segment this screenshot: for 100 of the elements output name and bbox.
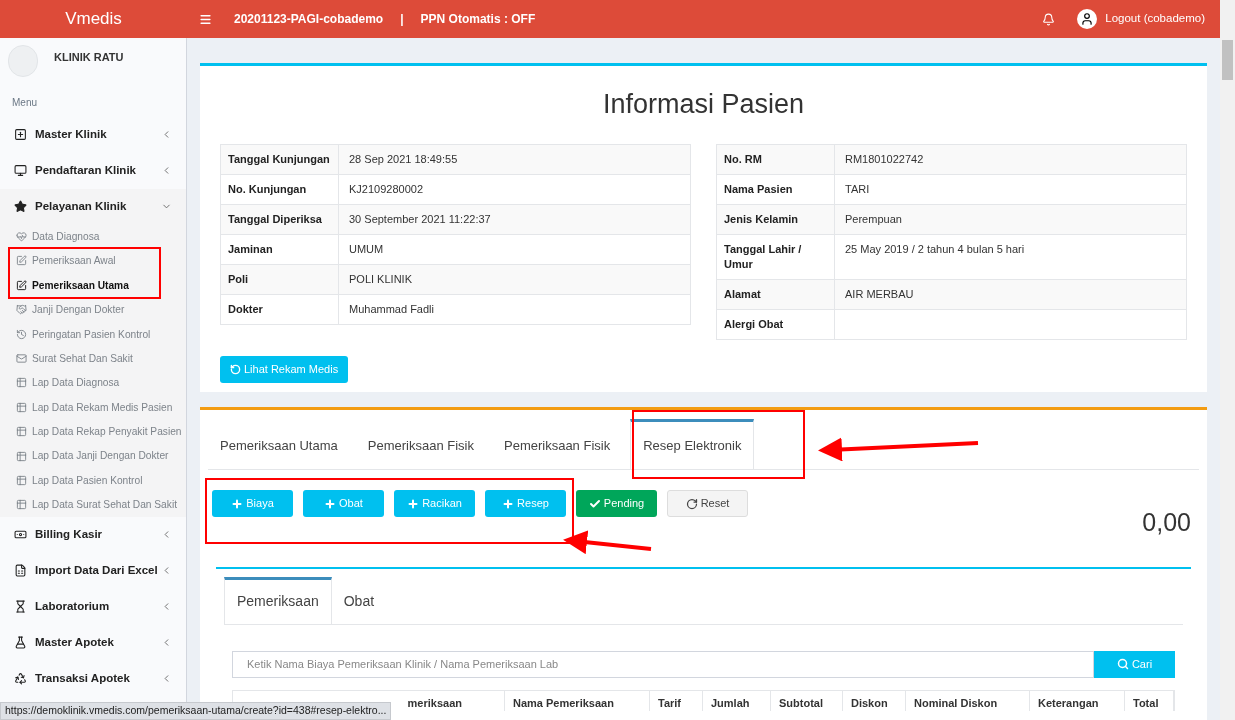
action-button[interactable]: Biaya [212,490,293,517]
edit-icon [16,279,27,291]
star-icon [14,200,27,213]
table-icon [16,401,27,413]
refresh-icon [685,497,698,510]
menu-icon[interactable] [199,12,212,26]
column-header: Subtotal [779,696,823,709]
history-icon [230,364,241,375]
info-value: 25 May 2019 / 2 tahun 4 bulan 5 hari [844,242,1026,257]
scrollbar[interactable] [1220,0,1235,720]
action-button[interactable]: Resep [485,490,566,517]
sidebar-submenu-item[interactable]: Lap Data Rekap Penyakit Pasien [0,419,186,444]
search-field[interactable]: Ketik Nama Biaya Pemeriksaan Klinik / Nama Pemeriksaan Lab [232,650,1094,678]
info-label: Alergi Obat [717,310,835,339]
menu-heading: Menu [11,96,38,110]
info-label: Tanggal Kunjungan [221,145,339,174]
separator: | [400,11,404,28]
sidebar-submenu-item[interactable]: Lap Data Pasien Kontrol [0,468,186,493]
info-value: TARI [844,182,871,197]
sidebar-submenu-item[interactable]: Lap Data Rekam Medis Pasien [0,395,186,420]
sidebar-menu-item[interactable]: Master Apotek [0,624,186,661]
detail-tab[interactable]: Pemeriksaan [224,576,332,624]
info-value: Muhammad Fadli [348,302,435,317]
column-header: Nominal Diskon [914,696,998,709]
sidebar-submenu-item[interactable]: Data Diagnosa [0,224,186,249]
sidebar-submenu-item[interactable]: Peringatan Pasien Kontrol [0,321,186,347]
search-icon [1116,658,1129,670]
search-button[interactable]: Cari [1094,650,1175,678]
info-value: 30 September 2021 11:22:37 [348,212,492,227]
action-button[interactable]: Obat [303,490,384,517]
info-value: RM1801022742 [844,152,925,167]
hourglass-icon [14,600,27,614]
medical-record-button[interactable]: Lihat Rekam Medis [220,356,349,383]
sidebar-submenu-item[interactable]: Pemeriksaan Awal [0,248,186,274]
plus-icon [407,497,420,510]
sidebar-submenu-item[interactable]: Pemeriksaan Utama [0,273,186,298]
edit-icon [16,255,27,267]
table-icon [16,475,27,486]
column-header: Diskon [851,696,888,709]
detail-tab[interactable]: Obat [331,576,387,624]
sidebar-menu-item[interactable]: Laboratorium [0,588,186,625]
column-header: Total [1133,696,1159,709]
session-label: 20201123-PAGI-cobademo [234,11,384,28]
info-value: 28 Sep 2021 18:49:55 [348,152,459,167]
user-avatar-icon [1077,9,1098,29]
exam-tab[interactable]: Pemeriksaan Fisik [492,419,623,469]
table-icon [16,450,27,462]
history-icon [16,328,27,340]
sidebar-submenu-item[interactable]: Lap Data Diagnosa [0,370,186,396]
info-label: Tanggal Diperiksa [221,205,339,234]
sidebar-menu-item[interactable]: Pelayanan Klinik [0,188,186,225]
monitor-icon [14,164,27,178]
ppn-status: PPN Otomatis : OFF [420,11,536,28]
column-header: Tarif [658,696,682,709]
info-label: Jenis Kelamin [717,205,835,234]
sidebar-menu-item[interactable]: Billing Kasir [0,517,186,553]
sidebar-submenu-item[interactable]: Janji Dengan Dokter [0,297,186,322]
info-value: POLI KLINIK [348,272,413,287]
brand-logo[interactable]: Vmedis [65,6,122,32]
logout-link[interactable]: Logout (cobademo) [1105,10,1205,28]
total-amount: 0,00 [1142,507,1191,538]
status-bar: https://demoklinik.vmedis.com/pemeriksaan-utama/create?id=438#resep-elektro... [0,702,392,720]
handshake-icon [16,304,27,316]
table-icon [16,499,27,511]
plus-icon [231,497,244,510]
info-label: Tanggal Lahir / Umur [717,235,835,279]
table-icon [16,377,27,389]
info-value: Perempuan [844,212,903,227]
info-label: Jaminan [221,235,339,264]
action-button[interactable]: Pending [576,490,657,517]
check-icon [588,497,601,510]
sidebar-submenu-item[interactable]: Surat Sehat Dan Sakit [0,346,186,371]
plus-icon [502,497,515,510]
info-label: Dokter [221,295,339,324]
action-button[interactable]: Reset [667,490,748,517]
sidebar-submenu-item[interactable]: Lap Data Janji Dengan Dokter [0,443,186,469]
spreadsheet-icon [14,564,27,578]
sidebar-menu-item[interactable]: Pendaftaran Klinik [0,152,186,189]
info-label: Nama Pasien [717,175,835,204]
flask-icon [14,635,27,649]
sidebar-menu-item[interactable]: Transaksi Apotek [0,660,186,697]
info-value: UMUM [348,242,385,257]
info-value: KJ2109280002 [348,182,424,197]
exam-tab[interactable]: Resep Elektronik [630,419,755,469]
table-icon [16,426,27,438]
info-value: AIR MERBAU [844,287,915,302]
sidebar-menu-item[interactable]: Import Data Dari Excel [0,552,186,589]
column-header: Keterangan [1038,696,1099,709]
plus-square-icon [14,128,27,142]
page-title: Informasi Pasien [601,88,806,120]
notification-bell-icon[interactable] [1042,12,1056,26]
recycle-icon [14,671,27,685]
sidebar-submenu-item[interactable]: Lap Data Surat Sehat Dan Sakit [0,492,186,518]
action-button[interactable]: Racikan [394,490,475,517]
heartbeat-icon [16,231,27,243]
exam-tab[interactable]: Pemeriksaan Fisik [355,419,486,469]
exam-tab[interactable]: Pemeriksaan Utama [208,419,350,469]
sidebar-menu-item[interactable]: Master Klinik [0,117,186,153]
clinic-name: KLINIK RATU [54,50,124,65]
info-label: Poli [221,265,339,294]
